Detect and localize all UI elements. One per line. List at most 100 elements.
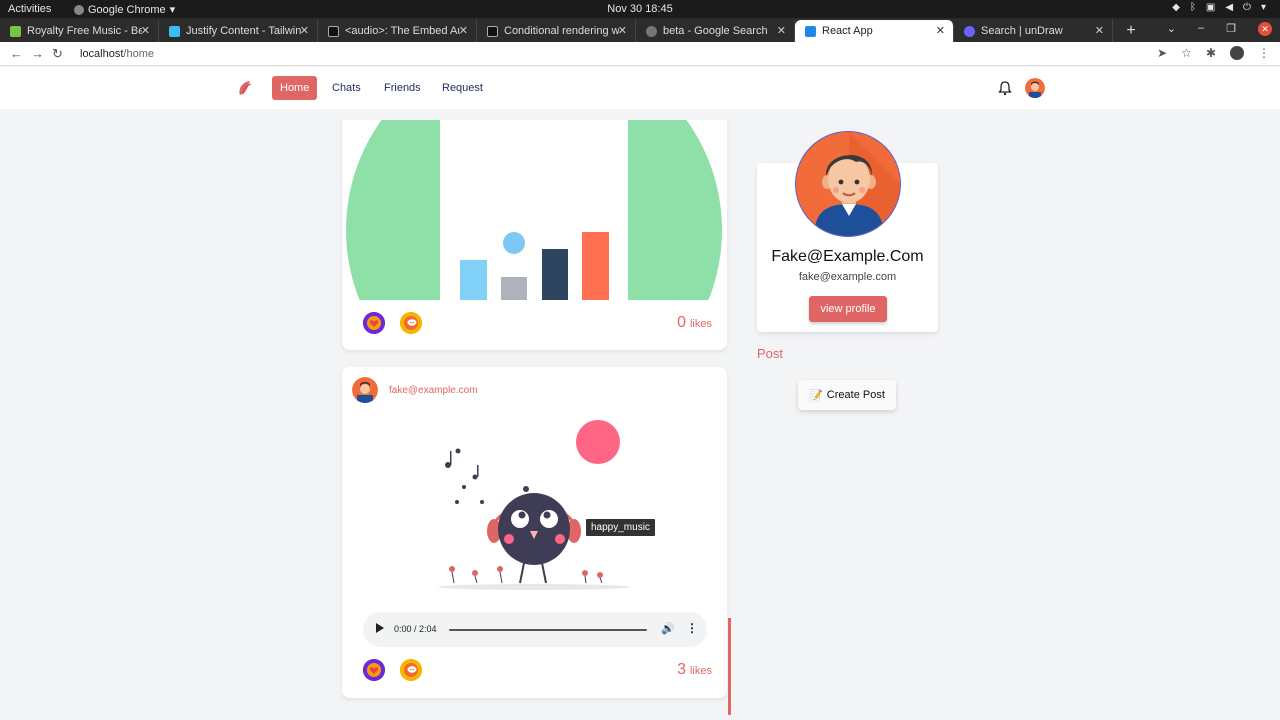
nav-friends[interactable]: Friends [376,76,429,100]
tab-title: Justify Content - Tailwind [186,25,301,37]
post-illustration [438,420,630,590]
favicon-icon [328,25,339,37]
likes-count: 3 likes [677,661,712,679]
bell-icon[interactable] [997,80,1013,96]
memo-icon: 📝 [809,389,823,402]
star-icon[interactable]: ☆ [1181,46,1192,60]
tab-title: Search | unDraw [981,25,1063,37]
window-controls: ⌄ – ❐ ✕ [1167,22,1272,36]
like-button[interactable] [363,659,385,681]
poster-email[interactable]: fake@example.com [389,385,478,396]
poster-avatar[interactable] [352,377,378,403]
browser-tab-active[interactable]: React App ✕ [795,20,954,42]
header-avatar[interactable] [1025,78,1045,98]
create-post-button[interactable]: 📝 Create Post [798,380,896,410]
app-header: Home Chats Friends Request [0,67,1280,109]
browser-tab[interactable]: Conditional rendering wi ✕ [477,20,636,42]
create-post-label: Create Post [826,389,885,401]
send-icon[interactable]: ➤ [1157,46,1167,60]
likes-count: 0 likes [677,314,712,332]
more-options-icon[interactable]: ⋮ [686,621,698,635]
audio-player: 0:00 / 2:04 🔊 ⋮ [363,612,707,647]
tab-title: <audio>: The Embed Audi [345,25,460,37]
reload-icon[interactable]: ↻ [52,46,63,62]
close-tab-icon[interactable]: ✕ [300,24,309,37]
likes-number: 0 [677,314,686,331]
clock[interactable]: Nov 30 18:45 [0,3,1280,15]
feed[interactable]: 0 likes fake@example.com happy_music 0:0… [0,120,1280,720]
close-tab-icon[interactable]: ✕ [141,24,150,37]
avatar-icon [1025,78,1045,98]
profile-avatar[interactable] [795,131,901,237]
browser-tab[interactable]: beta - Google Search ✕ [636,20,795,42]
favicon-icon [646,25,657,37]
system-tray[interactable]: ◆ ᛒ ▣ ◀ ⏻ ▾ [1172,2,1266,13]
browser-tab[interactable]: Justify Content - Tailwind ✕ [159,20,318,42]
tab-title: Conditional rendering wi [504,25,619,37]
menu-icon[interactable]: ⋮ [1258,46,1270,60]
favicon-icon [10,25,21,37]
profile-icon[interactable] [1230,46,1244,60]
likes-label: likes [689,318,712,330]
volume-icon[interactable]: 🔊 [661,622,675,635]
chat-icon [400,312,422,334]
view-profile-button[interactable]: view profile [809,296,887,322]
extensions-icon[interactable]: ✱ [1206,46,1216,60]
new-tab-button[interactable]: + [1119,20,1143,42]
tab-title: beta - Google Search [663,25,768,37]
tab-title: React App [822,25,873,37]
close-tab-icon[interactable]: ✕ [459,24,468,37]
close-tab-icon[interactable]: ✕ [618,24,627,37]
post-section-label: Post [757,346,784,361]
back-icon[interactable]: ← [10,46,23,61]
logo-icon[interactable] [236,79,254,97]
volume-icon: ◀ [1225,2,1234,13]
nav-chats[interactable]: Chats [324,76,369,100]
restore-icon[interactable]: ❐ [1226,22,1236,36]
toolbar-icons: ➤ ☆ ✱ ⋮ [1157,46,1270,60]
post-illustration [346,120,722,300]
heart-icon [363,659,385,681]
browser-tab[interactable]: <audio>: The Embed Audi ✕ [318,20,477,42]
post-card: fake@example.com happy_music 0:00 / 2:04… [342,367,727,698]
avatar-icon [796,132,900,236]
close-window-icon[interactable]: ✕ [1258,22,1272,36]
minimize-icon[interactable]: – [1198,22,1204,36]
like-button[interactable] [363,312,385,334]
os-top-bar: Activities Google Chrome ▾ Nov 30 18:45 … [0,0,1280,18]
nav-request[interactable]: Request [434,76,491,100]
bluetooth-icon: ᛒ [1189,2,1196,13]
audio-time: 0:00 / 2:04 [394,624,437,634]
favicon-icon [805,25,816,37]
image-tooltip: happy_music [586,519,655,536]
close-tab-icon[interactable]: ✕ [936,24,945,37]
caret-down-icon: ▾ [1260,2,1266,13]
forward-icon[interactable]: → [31,46,44,61]
address-bar: ← → ↻ localhost/home ➤ ☆ ✱ ⋮ [0,42,1280,66]
close-tab-icon[interactable]: ✕ [1095,24,1104,37]
tab-search-icon[interactable]: ⌄ [1167,22,1176,36]
comment-button[interactable] [400,659,422,681]
favicon-icon [169,25,180,37]
avatar-icon [352,377,378,403]
browser-tab[interactable]: Search | unDraw ✕ [954,20,1113,42]
scroll-indicator [728,618,731,715]
wifi-icon: ◆ [1172,2,1180,13]
close-tab-icon[interactable]: ✕ [777,24,786,37]
nav-home[interactable]: Home [272,76,318,100]
chat-icon [400,659,422,681]
comment-button[interactable] [400,312,422,334]
browser-tab[interactable]: Royalty Free Music - Bens✕ [0,20,159,42]
likes-label: likes [689,665,712,677]
heart-icon [363,312,385,334]
url-field[interactable]: localhost/home [80,48,154,60]
power-icon: ⏻ [1243,2,1251,13]
play-icon[interactable] [376,623,384,633]
likes-number: 3 [677,661,686,678]
network-icon: ▣ [1205,2,1216,13]
audio-progress-slider[interactable] [449,629,647,631]
tab-strip: Royalty Free Music - Bens✕ Justify Conte… [0,18,1280,42]
profile-email: fake@example.com [798,271,897,283]
url-path: /home [123,48,154,60]
url-host: localhost [80,48,124,60]
